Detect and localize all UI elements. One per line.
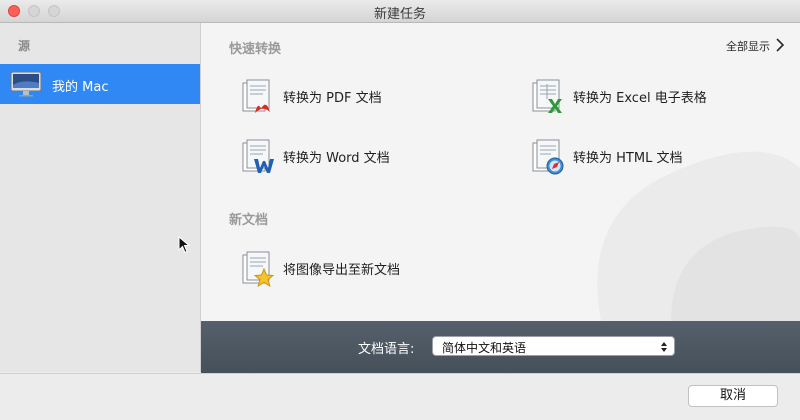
action-label: 转换为 Word 文档 — [283, 151, 390, 166]
sidebar-item-label: 我的 Mac — [52, 80, 109, 95]
excel-document-icon — [531, 79, 565, 119]
word-document-icon — [241, 139, 275, 179]
sidebar-header: 源 — [18, 39, 31, 53]
up-down-arrows-icon — [660, 339, 668, 358]
footer-bar: 取消 — [0, 373, 800, 420]
chevron-right-icon[interactable] — [776, 37, 785, 56]
action-label: 转换为 HTML 文档 — [573, 151, 683, 166]
document-language-bar: 文档语言: 简体中文和英语 — [201, 321, 800, 373]
language-selected-value: 简体中文和英语 — [442, 341, 527, 355]
convert-to-excel-button[interactable]: 转换为 Excel 电子表格 — [531, 79, 771, 117]
source-sidebar: 源 我的 Mac — [0, 23, 201, 372]
new-document-title: 新文档 — [229, 213, 269, 228]
quick-convert-title: 快速转换 — [229, 42, 282, 57]
new-task-window: 新建任务 源 我的 Mac 快速转换 全部显示 转换为 PDF 文档 转换为 E… — [0, 0, 800, 420]
action-label: 将图像导出至新文档 — [283, 263, 401, 278]
convert-to-pdf-button[interactable]: 转换为 PDF 文档 — [241, 79, 481, 117]
language-select[interactable]: 简体中文和英语 — [432, 336, 675, 356]
language-label: 文档语言: — [358, 342, 415, 357]
show-all-link[interactable]: 全部显示 — [726, 38, 770, 54]
title-bar[interactable]: 新建任务 — [0, 0, 800, 23]
export-image-to-new-doc-button[interactable]: 将图像导出至新文档 — [241, 251, 481, 289]
imac-icon — [10, 71, 42, 101]
html-document-icon — [531, 139, 565, 179]
main-panel: 快速转换 全部显示 转换为 PDF 文档 转换为 Excel 电子表格 转换为 … — [201, 23, 800, 321]
mouse-pointer-icon — [178, 235, 191, 258]
action-label: 转换为 PDF 文档 — [283, 91, 382, 106]
cancel-button[interactable]: 取消 — [688, 385, 778, 407]
action-label: 转换为 Excel 电子表格 — [573, 91, 707, 106]
convert-to-html-button[interactable]: 转换为 HTML 文档 — [531, 139, 771, 177]
pdf-document-icon — [241, 79, 275, 119]
image-export-icon — [241, 251, 275, 291]
sidebar-item-my-mac[interactable]: 我的 Mac — [0, 64, 200, 104]
window-title: 新建任务 — [373, 7, 426, 22]
convert-to-word-button[interactable]: 转换为 Word 文档 — [241, 139, 481, 177]
